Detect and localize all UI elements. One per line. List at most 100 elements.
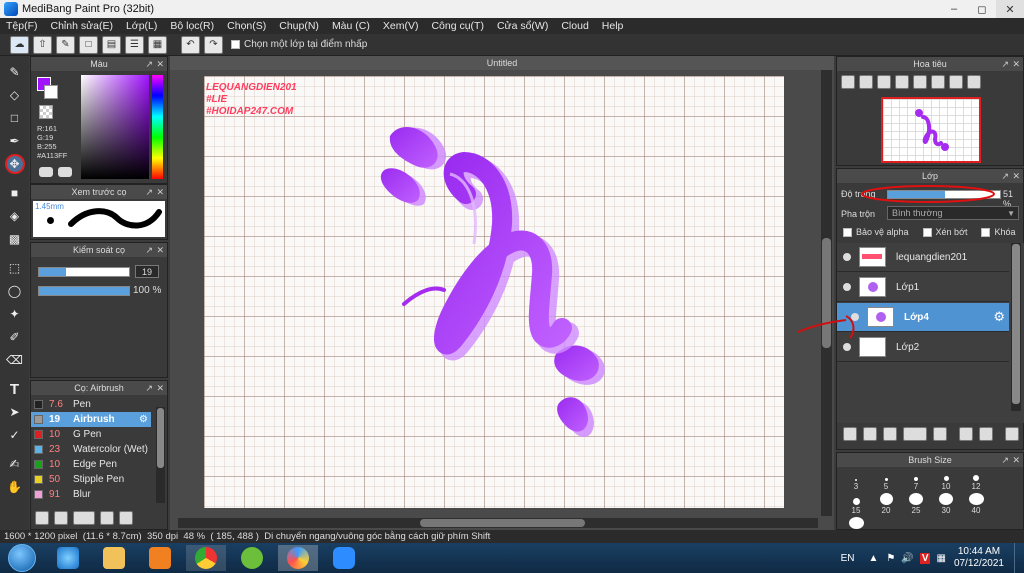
gear-icon[interactable]: ⚙ [139, 414, 148, 425]
hand-tool-icon[interactable]: ✋ [5, 477, 25, 497]
menu-select[interactable]: Chọn(S) [227, 20, 266, 32]
brush-size-option[interactable]: 3 [841, 469, 871, 491]
transparent-swatch[interactable] [39, 105, 53, 119]
brush-item-blur[interactable]: 91 Blur [31, 487, 151, 502]
navigator-preview[interactable] [881, 97, 981, 163]
network-icon[interactable]: ▦ [936, 553, 945, 564]
add-brush-icon[interactable] [35, 511, 49, 525]
new-brush-icon[interactable] [54, 511, 68, 525]
visibility-icon[interactable] [851, 313, 859, 321]
taskbar-coccoc[interactable] [232, 545, 272, 571]
popout-icon[interactable]: ↗ [1001, 57, 1009, 71]
merge-layer-icon[interactable] [979, 427, 993, 441]
taskbar-medibang[interactable] [278, 545, 318, 571]
menu-filter[interactable]: Bộ lọc(R) [170, 20, 214, 32]
layer-row-lop2[interactable]: Lớp2 [837, 333, 1009, 362]
flip-icon[interactable] [949, 75, 963, 89]
undo-icon[interactable]: ↶ [181, 35, 200, 54]
close-panel-icon[interactable]: ✕ [156, 57, 164, 71]
flag-icon[interactable]: ⚑ [886, 553, 895, 564]
select-pen-icon[interactable]: ✐ [5, 327, 25, 347]
brush-size-option[interactable]: 20 [871, 493, 901, 515]
folder-icon[interactable] [933, 427, 947, 441]
layer-list-scrollbar[interactable] [1011, 243, 1021, 411]
popout-icon[interactable]: ↗ [145, 185, 153, 199]
taskbar-zoom[interactable] [324, 545, 364, 571]
brush-tool-icon[interactable]: ✎ [5, 62, 25, 82]
cloud-icon[interactable]: ☁ [10, 35, 29, 54]
layer-row-lequangdien201[interactable]: lequangdien201 [837, 243, 1009, 272]
menu-window[interactable]: Cửa sổ(W) [497, 20, 548, 32]
clipping-checkbox[interactable]: Xén bớt [922, 227, 967, 238]
new-halftone-layer-icon[interactable] [863, 427, 877, 441]
menu-snap[interactable]: Chụp(N) [279, 20, 319, 32]
brush-item-stipple-pen[interactable]: 50 Stipple Pen [31, 472, 151, 487]
speaker-icon[interactable]: 🔊 [901, 553, 913, 564]
brush-size-slider[interactable] [38, 267, 130, 277]
gradient-tool-icon[interactable]: ▩ [5, 229, 25, 249]
blend-mode-select[interactable]: Bình thường ▼ [887, 206, 1019, 220]
checkbox-box[interactable] [843, 228, 852, 238]
new-layer-icon[interactable] [843, 427, 857, 441]
maximize-button[interactable]: ◻ [968, 0, 996, 18]
brush-size-option[interactable]: 30 [931, 493, 961, 515]
hue-slider[interactable] [152, 75, 163, 179]
bucket-tool-icon[interactable]: ◈ [5, 206, 25, 226]
brush-item-watercolor[interactable]: 23 Watercolor (Wet) [31, 442, 151, 457]
popout-icon[interactable]: ↗ [145, 381, 153, 395]
zoom-out-icon[interactable] [859, 75, 873, 89]
canvas-horizontal-scrollbar[interactable] [178, 518, 818, 528]
taskbar-media[interactable] [140, 545, 180, 571]
document-icon[interactable]: ▤ [102, 35, 121, 54]
brush-size-option[interactable]: 15 [841, 493, 871, 515]
rotate-right-icon[interactable] [931, 75, 945, 89]
popout-icon[interactable]: ↗ [1001, 453, 1009, 467]
visibility-icon[interactable] [843, 343, 851, 351]
menu-help[interactable]: Help [602, 20, 624, 32]
brush-size-option[interactable]: 12 [961, 469, 991, 491]
layer-row-lop4[interactable]: Lớp4 ⚙ [837, 303, 1009, 332]
language-indicator[interactable]: EN [841, 553, 855, 564]
taskbar-chrome[interactable] [186, 545, 226, 571]
eyedropper-tool-icon[interactable]: ✓ [5, 425, 25, 445]
visibility-icon[interactable] [843, 283, 851, 291]
rectangle-tool-icon[interactable]: □ [5, 108, 25, 128]
brush-menu-icon[interactable] [73, 511, 95, 525]
vietkey-icon[interactable]: V [919, 552, 931, 564]
lasso-select-icon[interactable]: ◯ [5, 281, 25, 301]
close-panel-icon[interactable]: ✕ [1012, 57, 1020, 71]
magic-wand-icon[interactable]: ✦ [5, 304, 25, 324]
lock-checkbox[interactable]: Khóa [981, 227, 1016, 238]
select-layer-checkbox[interactable]: Chọn một lớp tại điểm nhấp [231, 39, 367, 50]
saturation-value-picker[interactable] [81, 75, 149, 179]
brush-size-value[interactable]: 19 [135, 265, 159, 278]
menu-color[interactable]: Màu (C) [332, 20, 370, 32]
brush-folder-icon[interactable] [119, 511, 133, 525]
duplicate-layer-icon[interactable] [959, 427, 973, 441]
brush-opacity-slider[interactable] [38, 286, 130, 296]
new-file-icon[interactable]: □ [79, 35, 98, 54]
fit-icon[interactable] [877, 75, 891, 89]
brush-size-option[interactable]: 25 [901, 493, 931, 515]
grid-icon[interactable]: ▦ [148, 35, 167, 54]
popout-icon[interactable]: ↗ [145, 57, 153, 71]
brush-list-scrollbar[interactable] [156, 407, 165, 503]
brush-item-gpen[interactable]: 10 G Pen [31, 427, 151, 442]
close-panel-icon[interactable]: ✕ [1012, 169, 1020, 183]
select-eraser-icon[interactable]: ⌫ [5, 350, 25, 370]
close-panel-icon[interactable]: ✕ [156, 243, 164, 257]
move-tool-icon[interactable]: ✥ [4, 154, 25, 174]
new-8bit-layer-icon[interactable] [883, 427, 897, 441]
tray-arrow-icon[interactable]: ▲ [868, 553, 878, 564]
brush-item-edge-pen[interactable]: 10 Edge Pen [31, 457, 151, 472]
menu-edit[interactable]: Chỉnh sửa(E) [51, 20, 113, 32]
checkbox-box[interactable] [922, 228, 932, 238]
operation-tool-icon[interactable]: ➤ [5, 402, 25, 422]
visibility-icon[interactable] [843, 253, 851, 261]
layer-opacity-slider[interactable] [887, 190, 1001, 199]
brush-size-option[interactable]: 40 [961, 493, 991, 515]
protect-alpha-checkbox[interactable]: Bảo vệ alpha [843, 227, 909, 238]
drawing-canvas[interactable]: LEQUANGDIEN201 #LIE #HOIDAP247.COM [204, 76, 784, 508]
secondary-color-swatch[interactable] [44, 85, 58, 99]
fill-rect-tool-icon[interactable]: ■ [5, 183, 25, 203]
